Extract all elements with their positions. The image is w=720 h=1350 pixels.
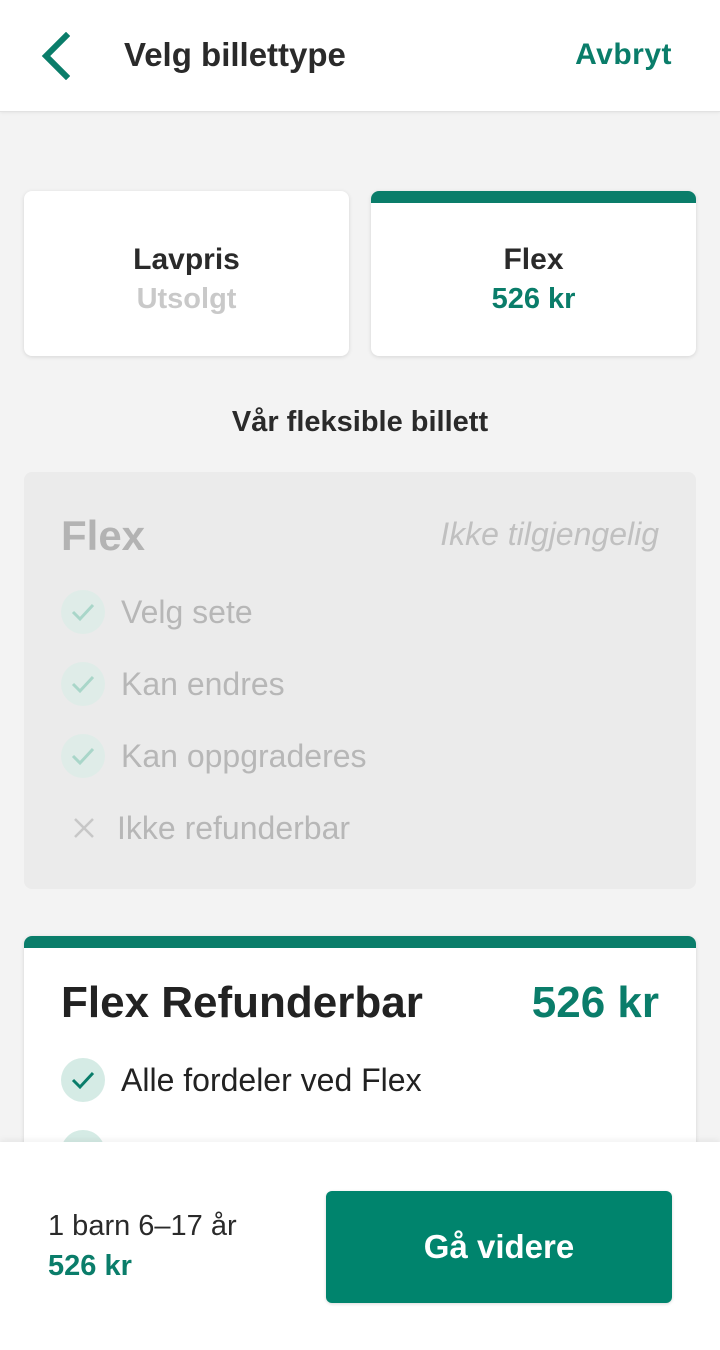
feature-label: Velg sete xyxy=(121,593,253,630)
tab-flex-name: Flex xyxy=(503,243,564,276)
flex-option-title: Flex xyxy=(61,512,146,559)
header: Velg billettype Avbryt xyxy=(0,0,720,112)
feature-item: Kan endres xyxy=(61,661,285,707)
feature-label: Ikke refunderbar xyxy=(117,809,351,846)
continue-button[interactable]: Gå videre xyxy=(326,1191,672,1303)
refund-option-title: Flex Refunderbar xyxy=(61,978,423,1027)
feature-item: Alle fordeler ved Flex xyxy=(61,1057,422,1103)
tab-lavpris-name: Lavpris xyxy=(133,243,240,276)
tab-flex[interactable]: Flex 526 kr xyxy=(371,191,696,356)
cancel-button[interactable]: Avbryt xyxy=(575,38,672,72)
check-icon xyxy=(61,590,105,634)
passenger-summary: 1 barn 6–17 år xyxy=(48,1210,237,1242)
tab-lavpris-status: Utsolgt xyxy=(136,283,237,315)
chevron-left-icon xyxy=(41,32,70,80)
check-icon xyxy=(61,1058,105,1102)
bottom-bar: 1 barn 6–17 år 526 kr Gå videre xyxy=(0,1142,720,1350)
page-title: Velg billettype xyxy=(124,36,346,73)
tab-lavpris[interactable]: Lavpris Utsolgt xyxy=(24,191,349,356)
refund-option-price: 526 kr xyxy=(531,978,659,1027)
feature-item: Ikke refunderbar xyxy=(61,805,350,851)
back-button[interactable] xyxy=(30,28,80,84)
check-icon xyxy=(61,734,105,778)
feature-item: Kan oppgraderes xyxy=(61,733,367,779)
flex-option-card: Flex Ikke tilgjengelig Velg sete Kan end… xyxy=(24,472,696,889)
selected-indicator xyxy=(371,191,696,203)
feature-item: Velg sete xyxy=(61,589,253,635)
selected-indicator xyxy=(24,936,696,948)
tab-flex-price: 526 kr xyxy=(491,283,576,315)
feature-label: Kan endres xyxy=(121,665,285,702)
flex-option-status: Ikke tilgjengelig xyxy=(440,516,659,552)
cross-icon xyxy=(65,809,103,847)
check-icon xyxy=(61,662,105,706)
section-heading: Vår fleksible billett xyxy=(231,406,489,438)
feature-label: Kan oppgraderes xyxy=(121,737,367,774)
total-price: 526 kr xyxy=(48,1250,132,1282)
feature-label: Alle fordeler ved Flex xyxy=(121,1061,422,1098)
